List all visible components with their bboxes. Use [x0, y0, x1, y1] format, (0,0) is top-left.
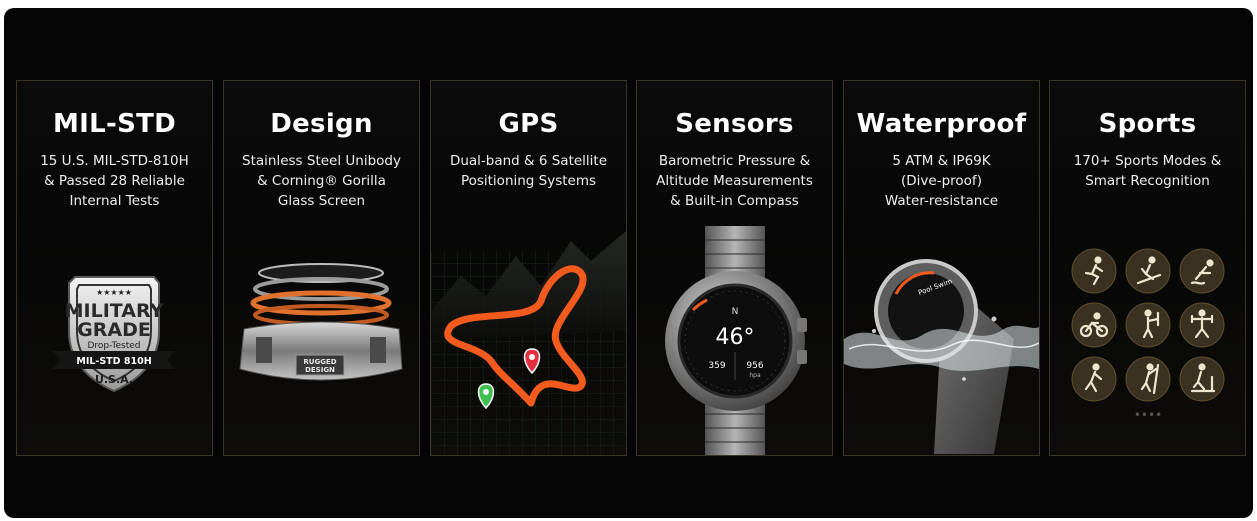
card-description: Barometric Pressure & Altitude Measureme… — [656, 153, 813, 209]
card-description: Dual-band & 6 Satellite Positioning Syst… — [449, 153, 608, 189]
card-description: 5 ATM & IP69K (Dive-proof) Water-resista… — [884, 153, 999, 209]
svg-text:MIL-STD 810H: MIL-STD 810H — [76, 356, 151, 367]
svg-text:46°: 46° — [716, 325, 755, 350]
compass-watch-image: N 46° 359 956 hpa — [637, 226, 832, 455]
svg-text:hpa: hpa — [749, 372, 761, 379]
exploded-watch-image: RUGGED DESIGN — [224, 251, 419, 401]
card-title: Waterproof — [856, 109, 1027, 139]
card-title: Sports — [1098, 109, 1197, 139]
military-grade-badge: ★★★★★ MILITARY GRADE Drop-Tested MIL-STD… — [17, 259, 212, 399]
feature-card-gps: GPS Dual-band & 6 Satellite Positioning … — [430, 80, 627, 456]
sports-icon-grid: •••• — [1050, 239, 1245, 429]
svg-text:Drop-Tested: Drop-Tested — [87, 341, 140, 351]
card-description: 15 U.S. MIL-STD-810H & Passed 28 Reliabl… — [40, 153, 189, 209]
svg-text:GRADE: GRADE — [77, 319, 151, 341]
feature-card-sports: Sports 170+ Sports Modes & Smart Recogni… — [1049, 80, 1246, 456]
svg-text:956: 956 — [746, 361, 763, 371]
svg-text:DESIGN: DESIGN — [305, 366, 335, 374]
carousel-pager: •••• — [1134, 408, 1162, 422]
card-title: Sensors — [675, 109, 794, 139]
splash-watch-image: Pool Swim — [844, 239, 1039, 454]
svg-text:359: 359 — [708, 361, 725, 371]
svg-text:N: N — [732, 307, 739, 317]
card-title: MIL-STD — [52, 109, 177, 139]
card-description: 170+ Sports Modes & Smart Recognition — [1073, 153, 1222, 189]
feature-card-sensors: Sensors Barometric Pressure & Altitude M… — [636, 80, 833, 456]
card-description: Stainless Steel Unibody & Corning® Goril… — [242, 153, 401, 209]
feature-banner: MIL-STD 15 U.S. MIL-STD-810H & Passed 28… — [4, 8, 1253, 518]
svg-text:RUGGED: RUGGED — [303, 358, 336, 366]
feature-card-design: Design Stainless Steel Unibody & Corning… — [223, 80, 420, 456]
card-title: GPS — [498, 109, 559, 139]
svg-text:U.S.A.: U.S.A. — [95, 373, 133, 386]
feature-card-mil-std: MIL-STD 15 U.S. MIL-STD-810H & Passed 28… — [16, 80, 213, 456]
feature-card-waterproof: Waterproof 5 ATM & IP69K (Dive-proof) Wa… — [843, 80, 1040, 456]
stars-icon: ★★★★★ — [96, 288, 132, 297]
card-title: Design — [270, 109, 373, 139]
